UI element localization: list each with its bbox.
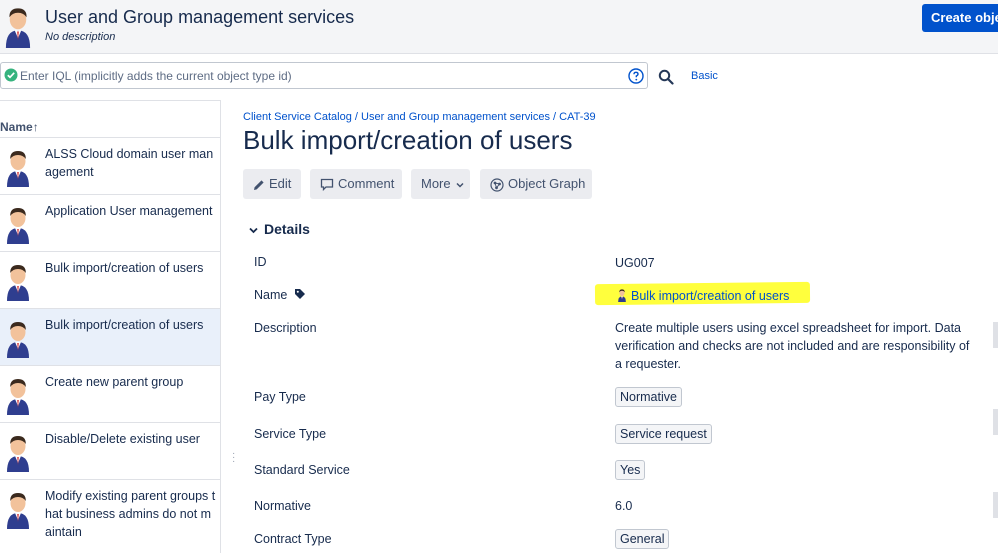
field-value-service-type: Service request	[615, 424, 712, 444]
list-item[interactable]: Modify existing parent groups that busin…	[0, 479, 220, 549]
avatar-icon	[4, 432, 32, 472]
comment-icon	[320, 178, 334, 192]
list-item-label: Create new parent group	[45, 375, 184, 389]
graph-icon	[490, 177, 504, 192]
create-object-button[interactable]: Create object	[922, 4, 998, 32]
avatar-icon	[2, 4, 34, 48]
field-label-service-type: Service Type	[254, 427, 327, 441]
basic-search-link[interactable]: Basic	[691, 70, 718, 82]
pay-type-tag: Normative	[615, 387, 682, 407]
object-title: Bulk import/creation of users	[243, 125, 573, 155]
breadcrumb: Client Service Catalog / User and Group …	[243, 111, 596, 123]
field-value-standard-service: Yes	[615, 460, 646, 480]
breadcrumb-object-key[interactable]: CAT-39	[559, 111, 595, 123]
list-item-selected[interactable]: Bulk import/creation of users	[0, 308, 220, 365]
list-item-label: Modify existing parent groups that busin…	[45, 489, 216, 539]
field-label-name: Name	[254, 288, 306, 302]
avatar-icon	[4, 375, 32, 415]
object-graph-button[interactable]: Object Graph	[480, 169, 592, 199]
scroll-edge	[993, 409, 998, 435]
page-description: No description	[45, 31, 116, 43]
field-label-contract-type: Contract Type	[254, 532, 332, 546]
breadcrumb-object-type[interactable]: User and Group management services	[361, 111, 550, 123]
field-label-normative: Normative	[254, 499, 311, 513]
list-item[interactable]: Disable/Delete existing user	[0, 422, 220, 479]
field-value-name[interactable]: Bulk import/creation of users	[616, 288, 789, 303]
chevron-down-icon	[456, 182, 464, 188]
field-value-normative: 6.0	[615, 499, 633, 513]
list-item-label: Bulk import/creation of users	[45, 318, 204, 332]
scroll-edge	[993, 322, 998, 348]
field-label-id: ID	[254, 255, 267, 269]
field-value-description: Create multiple users using excel spread…	[615, 321, 970, 371]
help-icon[interactable]	[628, 68, 644, 84]
page-title: User and Group management services	[45, 7, 355, 27]
field-value-contract-type: General	[615, 529, 670, 549]
field-value-pay-type: Normative	[615, 387, 682, 407]
standard-service-tag: Yes	[615, 460, 646, 480]
details-section-toggle[interactable]: Details	[249, 221, 310, 237]
avatar-icon	[4, 204, 32, 244]
iql-input[interactable]	[20, 66, 620, 85]
avatar-icon	[4, 261, 32, 301]
list-item-label: Application User management	[45, 204, 213, 218]
object-list: Name↑ ALSS Cloud domain user management …	[0, 100, 221, 553]
resize-handle[interactable]: · · ·	[232, 449, 236, 467]
avatar-icon	[4, 489, 32, 529]
service-type-tag: Service request	[615, 424, 712, 444]
list-item[interactable]: Create new parent group	[0, 365, 220, 422]
list-item-label: Bulk import/creation of users	[45, 261, 204, 275]
comment-button[interactable]: Comment	[310, 169, 402, 199]
list-item-label: Disable/Delete existing user	[45, 432, 200, 446]
contract-type-tag: General	[615, 529, 670, 549]
more-dropdown-button[interactable]: More	[411, 169, 470, 199]
field-label-standard-service: Standard Service	[254, 463, 350, 477]
list-item[interactable]: Application User management	[0, 194, 220, 251]
field-label-description: Description	[254, 321, 317, 335]
avatar-icon	[4, 318, 32, 358]
name-column-header[interactable]: Name↑	[0, 120, 39, 134]
check-circle-icon	[4, 68, 18, 82]
avatar-icon	[4, 147, 32, 187]
breadcrumb-catalog[interactable]: Client Service Catalog	[243, 111, 352, 123]
sort-asc-icon: ↑	[32, 120, 39, 134]
label-tag-icon	[294, 289, 305, 299]
field-label-pay-type: Pay Type	[254, 390, 306, 404]
edit-button[interactable]: Edit	[243, 169, 301, 199]
search-icon[interactable]	[658, 69, 674, 85]
chevron-down-icon	[249, 227, 258, 234]
scroll-edge	[993, 492, 998, 518]
object-type-header: User and Group management services No de…	[0, 0, 998, 54]
pencil-icon	[254, 179, 264, 190]
field-value-id: UG007	[615, 256, 655, 270]
list-item[interactable]: Bulk import/creation of users	[0, 251, 220, 308]
iql-search-bar	[0, 62, 648, 89]
avatar-icon	[616, 288, 628, 302]
list-item-label: ALSS Cloud domain user management	[45, 147, 214, 179]
list-item[interactable]: ALSS Cloud domain user management	[0, 137, 220, 194]
